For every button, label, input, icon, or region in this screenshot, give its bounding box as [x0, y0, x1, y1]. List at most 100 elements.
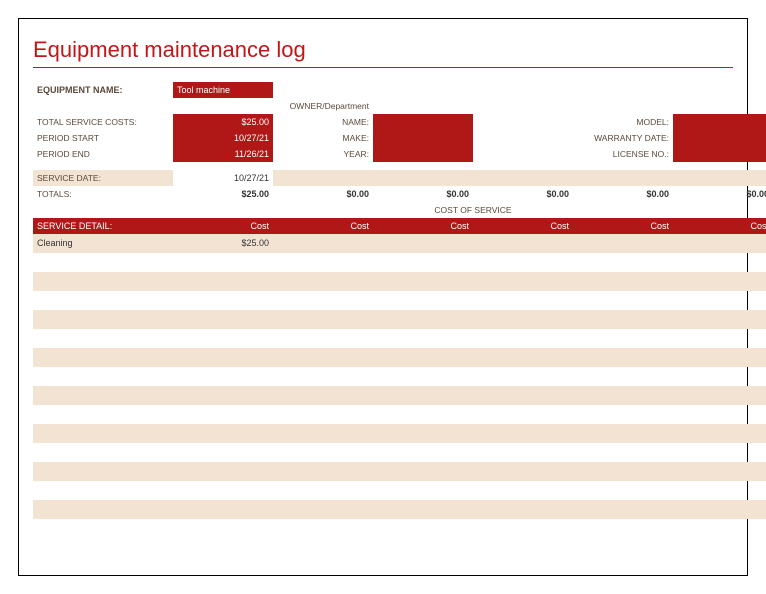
detail-cost-cell[interactable]	[173, 481, 273, 500]
detail-cost-cell[interactable]	[473, 272, 573, 291]
detail-cost-cell[interactable]	[273, 310, 373, 329]
detail-label-cell[interactable]	[33, 481, 173, 500]
detail-label-cell[interactable]	[33, 405, 173, 424]
detail-cost-cell[interactable]	[673, 519, 766, 538]
detail-cost-cell[interactable]	[673, 424, 766, 443]
detail-cost-cell[interactable]	[173, 519, 273, 538]
detail-cost-cell[interactable]	[573, 424, 673, 443]
detail-cost-cell[interactable]	[373, 519, 473, 538]
detail-cost-cell[interactable]	[573, 481, 673, 500]
detail-cost-cell[interactable]	[673, 443, 766, 462]
detail-cost-cell[interactable]	[373, 291, 473, 310]
detail-cost-cell[interactable]	[673, 272, 766, 291]
detail-cost-cell[interactable]	[573, 310, 673, 329]
value-license-no[interactable]	[673, 146, 766, 162]
detail-cost-cell[interactable]	[273, 253, 373, 272]
detail-cost-cell[interactable]	[273, 234, 373, 253]
detail-cost-cell[interactable]	[373, 348, 473, 367]
value-equipment-name[interactable]: Tool machine	[173, 82, 273, 98]
detail-cost-cell[interactable]	[273, 500, 373, 519]
detail-cost-cell[interactable]	[373, 272, 473, 291]
detail-label-cell[interactable]	[33, 424, 173, 443]
detail-cost-cell[interactable]	[473, 481, 573, 500]
detail-cost-cell[interactable]	[473, 291, 573, 310]
detail-cost-cell[interactable]	[273, 348, 373, 367]
detail-label-cell[interactable]	[33, 291, 173, 310]
detail-cost-cell[interactable]	[373, 481, 473, 500]
detail-cost-cell[interactable]	[573, 367, 673, 386]
detail-cost-cell[interactable]	[273, 291, 373, 310]
detail-label-cell[interactable]	[33, 272, 173, 291]
value-make[interactable]	[373, 130, 473, 146]
detail-cost-cell[interactable]	[173, 272, 273, 291]
detail-cost-cell[interactable]	[673, 405, 766, 424]
detail-cost-cell[interactable]	[673, 500, 766, 519]
detail-cost-cell[interactable]	[573, 253, 673, 272]
detail-cost-cell[interactable]	[573, 348, 673, 367]
detail-cost-cell[interactable]	[373, 367, 473, 386]
detail-cost-cell[interactable]	[373, 500, 473, 519]
value-period-end[interactable]: 11/26/21	[173, 146, 273, 162]
detail-cost-cell[interactable]	[473, 329, 573, 348]
detail-label-cell[interactable]	[33, 329, 173, 348]
detail-cost-cell[interactable]	[573, 500, 673, 519]
detail-cost-cell[interactable]	[173, 291, 273, 310]
detail-cost-cell[interactable]	[173, 367, 273, 386]
detail-label-cell[interactable]	[33, 367, 173, 386]
detail-cost-cell[interactable]	[673, 348, 766, 367]
value-service-date[interactable]: 10/27/21	[173, 170, 273, 186]
detail-cost-cell[interactable]	[473, 500, 573, 519]
detail-cost-cell[interactable]	[673, 253, 766, 272]
detail-cost-cell[interactable]	[173, 386, 273, 405]
detail-cost-cell[interactable]	[573, 272, 673, 291]
detail-label-cell[interactable]	[33, 443, 173, 462]
detail-cost-cell[interactable]	[673, 462, 766, 481]
detail-cost-cell[interactable]	[273, 519, 373, 538]
detail-label-cell[interactable]	[33, 253, 173, 272]
detail-cost-cell[interactable]	[273, 272, 373, 291]
detail-cost-cell[interactable]	[373, 443, 473, 462]
value-owner-name[interactable]	[373, 114, 473, 130]
detail-cost-cell[interactable]	[173, 329, 273, 348]
detail-label-cell[interactable]	[33, 348, 173, 367]
detail-cost-cell[interactable]	[373, 253, 473, 272]
detail-cost-cell[interactable]	[473, 405, 573, 424]
detail-cost-cell[interactable]	[473, 443, 573, 462]
detail-cost-cell[interactable]	[373, 310, 473, 329]
detail-cost-cell[interactable]	[173, 462, 273, 481]
detail-cost-cell[interactable]	[273, 443, 373, 462]
detail-cost-cell[interactable]	[273, 424, 373, 443]
detail-cost-cell[interactable]	[573, 443, 673, 462]
detail-cost-cell[interactable]	[173, 500, 273, 519]
detail-cost-cell[interactable]	[373, 386, 473, 405]
detail-cost-cell[interactable]	[373, 405, 473, 424]
detail-cost-cell[interactable]	[573, 291, 673, 310]
value-total-service-costs[interactable]: $25.00	[173, 114, 273, 130]
detail-cost-cell[interactable]	[373, 329, 473, 348]
detail-label-cell[interactable]: Cleaning	[33, 234, 173, 253]
detail-cost-cell[interactable]	[573, 234, 673, 253]
detail-cost-cell[interactable]	[673, 367, 766, 386]
detail-cost-cell[interactable]	[573, 386, 673, 405]
detail-cost-cell[interactable]	[273, 481, 373, 500]
detail-label-cell[interactable]	[33, 500, 173, 519]
detail-cost-cell[interactable]	[273, 405, 373, 424]
detail-cost-cell[interactable]	[673, 310, 766, 329]
detail-cost-cell[interactable]	[373, 424, 473, 443]
detail-cost-cell[interactable]	[473, 348, 573, 367]
detail-cost-cell[interactable]	[173, 348, 273, 367]
detail-cost-cell[interactable]	[473, 519, 573, 538]
detail-cost-cell[interactable]	[273, 462, 373, 481]
detail-label-cell[interactable]	[33, 519, 173, 538]
value-model[interactable]	[673, 114, 766, 130]
detail-cost-cell[interactable]	[473, 462, 573, 481]
detail-cost-cell[interactable]	[673, 291, 766, 310]
detail-cost-cell[interactable]	[673, 386, 766, 405]
detail-cost-cell[interactable]	[673, 481, 766, 500]
detail-cost-cell[interactable]	[273, 386, 373, 405]
value-year[interactable]	[373, 146, 473, 162]
detail-cost-cell[interactable]	[173, 253, 273, 272]
detail-cost-cell[interactable]	[373, 462, 473, 481]
detail-cost-cell[interactable]	[473, 424, 573, 443]
detail-cost-cell[interactable]	[473, 234, 573, 253]
